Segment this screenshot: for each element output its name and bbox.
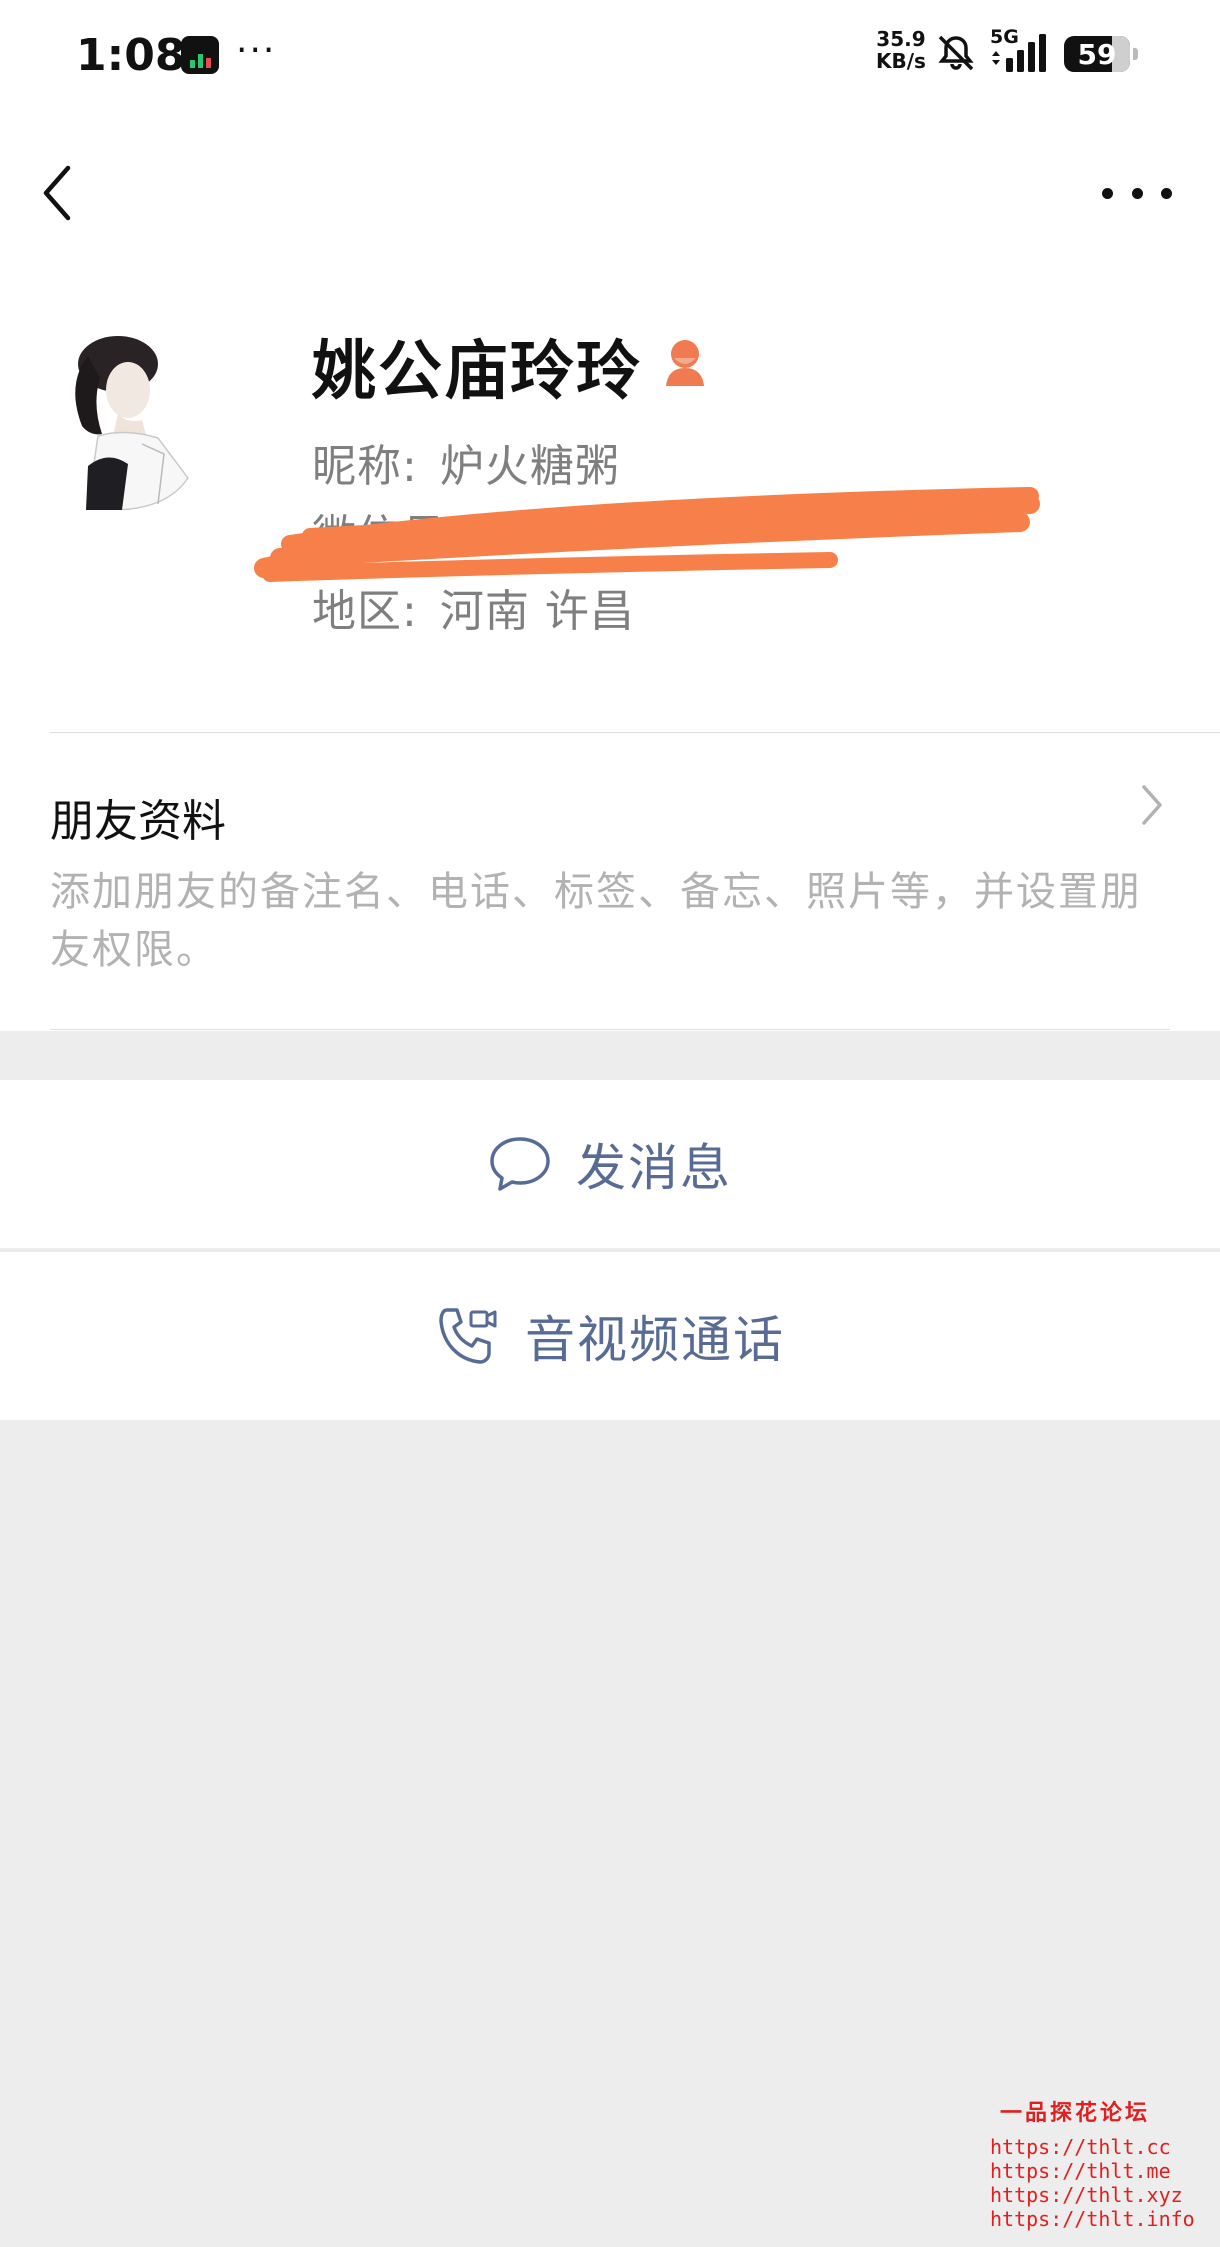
mute-bell-icon [938, 35, 974, 71]
signal-strength-icon [992, 34, 1046, 72]
watermark: 一品探花论坛 https://thlt.cc https://thlt.me h… [990, 2095, 1195, 2231]
watermark-url: https://thlt.cc [990, 2135, 1171, 2159]
watermark-url: https://thlt.xyz [990, 2183, 1183, 2207]
divider [50, 1029, 1170, 1030]
redaction-scribble [254, 487, 1040, 582]
dot-icon [1131, 187, 1143, 199]
nickname-row: 昵称: 炉火糖粥 [312, 430, 620, 494]
watermark-url: https://thlt.info [990, 2207, 1195, 2231]
more-options-button[interactable] [1102, 176, 1172, 210]
network-speed: 35.9 KB/s [876, 28, 926, 72]
divider [50, 732, 1220, 733]
remark-name: 姚公庙玲玲 [312, 335, 642, 409]
chat-bubble-icon [490, 1137, 550, 1191]
friend-info-row[interactable]: 朋友资料 添加朋友的备注名、电话、标签、备忘、照片等，并设置朋友权限。 [0, 735, 1220, 1030]
network-speed-value: 35.9 [876, 27, 926, 51]
friend-info-description: 添加朋友的备注名、电话、标签、备忘、照片等，并设置朋友权限。 [50, 869, 1142, 973]
phone-video-icon [439, 1308, 497, 1364]
battery-indicator: 59 [1064, 36, 1138, 72]
watermark-title: 一品探花论坛 [999, 2101, 1150, 2126]
send-message-button[interactable]: 发消息 [0, 1080, 1220, 1248]
dot-icon [1102, 187, 1113, 199]
nickname-value: 炉火糖粥 [439, 441, 620, 492]
watermark-url: https://thlt.me [990, 2159, 1171, 2183]
divider [0, 1250, 1220, 1251]
female-gender-icon [666, 340, 704, 386]
back-button[interactable] [38, 160, 78, 226]
region-value: 河南 许昌 [439, 586, 635, 637]
send-message-label: 发消息 [576, 1139, 732, 1197]
voice-video-call-button[interactable]: 音视频通话 [0, 1252, 1220, 1420]
dot-icon [1161, 187, 1172, 199]
nickname-label: 昵称: [312, 441, 418, 492]
avatar[interactable] [58, 326, 220, 510]
voice-video-call-label: 音视频通话 [525, 1311, 785, 1369]
friend-info-title: 朋友资料 [50, 796, 226, 847]
more-notifications-icon: ··· [236, 30, 277, 71]
network-speed-unit: KB/s [876, 49, 926, 73]
app-notification-icon [181, 36, 219, 74]
region-row: 地区: 河南 许昌 [312, 575, 635, 639]
battery-level: 59 [1077, 37, 1117, 71]
region-label: 地区: [312, 586, 418, 637]
status-time: 1:08 [76, 30, 186, 81]
chevron-right-icon [1142, 785, 1162, 825]
